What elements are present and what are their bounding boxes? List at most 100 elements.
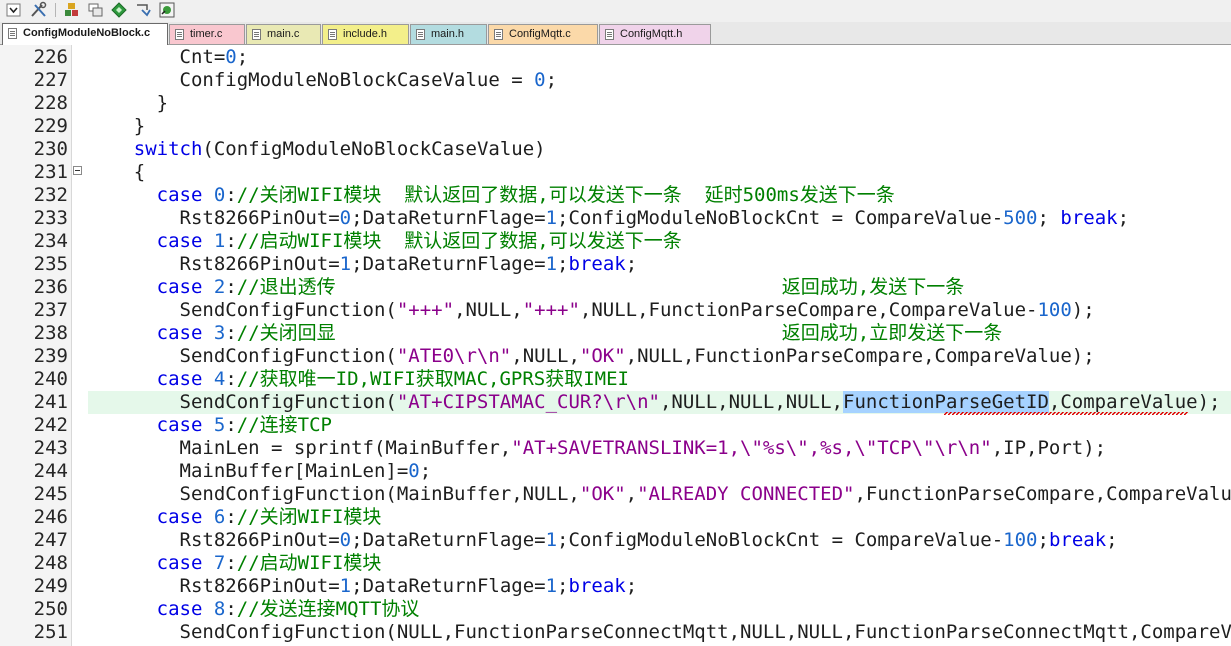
code-token: :	[225, 184, 237, 206]
selected-text: FunctionParseGetID	[843, 391, 1049, 413]
code-line[interactable]: 241 SendConfigFunction("AT+CIPSTAMAC_CUR…	[0, 391, 1231, 415]
code-line[interactable]: 243 MainLen = sprintf(MainBuffer,"AT+SAV…	[0, 437, 1231, 460]
string-token: "AT+CIPSTAMAC_CUR?\r\n"	[396, 391, 660, 413]
number-token: 100	[1003, 529, 1038, 551]
code-token: SendConfigFunction(	[88, 391, 397, 413]
tab-main-c[interactable]: main.c	[246, 24, 321, 44]
code-token: ;	[625, 575, 638, 597]
code-line[interactable]: 228 }	[0, 92, 1231, 115]
download-icon[interactable]	[133, 1, 153, 19]
c-file-icon	[494, 29, 503, 40]
code-line[interactable]: 234 case 1://启动WIFI模块 默认返回了数据,可以发送下一条	[0, 230, 1231, 253]
tab-include-h[interactable]: include.h	[322, 24, 409, 44]
code-line[interactable]: 236 case 2://退出透传 返回成功,发送下一条	[0, 276, 1231, 299]
code-line[interactable]: 232 case 0://关闭WIFI模块 默认返回了数据,可以发送下一条 延时…	[0, 184, 1231, 207]
code-text: case 3://关闭回显 返回成功,立即发送下一条	[88, 322, 1003, 344]
number-token: 0	[408, 460, 420, 482]
number-token: 7	[213, 552, 226, 574]
code-token: ;	[1117, 207, 1130, 229]
code-token: :	[225, 322, 237, 344]
code-token: MainBuffer[MainLen]=	[88, 460, 409, 482]
fold-collapse-icon[interactable]	[73, 166, 82, 175]
number-token: 0	[339, 529, 352, 551]
code-text: switch(ConfigModuleNoBlockCaseValue)	[88, 139, 546, 160]
code-line[interactable]: 230 switch(ConfigModuleNoBlockCaseValue)	[0, 138, 1231, 161]
code-line[interactable]: 249 Rst8266PinOut=1;DataReturnFlage=1;br…	[0, 575, 1231, 598]
code-line[interactable]: 247 Rst8266PinOut=0;DataReturnFlage=1;Co…	[0, 529, 1231, 552]
tab-timer-c[interactable]: timer.c	[169, 24, 245, 44]
code-line[interactable]: 226 Cnt=0;	[0, 46, 1231, 69]
tab-label: timer.c	[190, 28, 223, 40]
code-line[interactable]: 229 }	[0, 115, 1231, 138]
tools-icon[interactable]	[29, 1, 49, 19]
code-line[interactable]: 238 case 3://关闭回显 返回成功,立即发送下一条	[0, 322, 1231, 345]
code-token: );	[1071, 299, 1095, 321]
tab-configmqtt-c[interactable]: ConfigMqtt.c	[488, 24, 598, 44]
code-token: :	[225, 276, 237, 298]
code-token: Rst8266PinOut=	[88, 575, 340, 597]
string-token: "+++"	[396, 299, 455, 321]
number-token: 8	[213, 598, 226, 620]
toolbar	[0, 0, 1231, 22]
target-icon[interactable]	[157, 1, 177, 19]
code-line[interactable]: 237 SendConfigFunction("+++",NULL,"+++",…	[0, 299, 1231, 322]
line-number: 245	[33, 483, 68, 505]
tab-label: ConfigMqtt.c	[509, 28, 571, 40]
code-line[interactable]: 244 MainBuffer[MainLen]=0;	[0, 460, 1231, 483]
code-text: case 8://发送连接MQTT协议	[88, 598, 420, 620]
chevron-down-icon[interactable]	[4, 1, 24, 19]
line-number: 232	[33, 184, 68, 206]
line-number: 230	[33, 138, 68, 160]
tab-configmqtt-h[interactable]: ConfigMqtt.h	[599, 24, 711, 44]
line-number: 233	[33, 207, 68, 229]
diamond-icon[interactable]	[109, 1, 129, 19]
code-token: ,CompareValue);	[1048, 391, 1221, 413]
line-number: 237	[33, 299, 68, 321]
string-token: "+++"	[522, 299, 580, 321]
comment-token: //关闭回显 返回成功,立即发送下一条	[236, 322, 1003, 344]
code-line[interactable]: 248 case 7://启动WIFI模块	[0, 552, 1231, 575]
code-line[interactable]: 227 ConfigModuleNoBlockCaseValue = 0;	[0, 69, 1231, 92]
tab-label: main.c	[267, 28, 300, 40]
code-line[interactable]: 242 case 5://连接TCP	[0, 414, 1231, 437]
code-text: Rst8266PinOut=1;DataReturnFlage=1;break;	[88, 575, 638, 597]
code-token: SendConfigFunction(NULL,FunctionParseCon…	[88, 621, 1231, 643]
string-token: "OK"	[579, 345, 626, 367]
number-token: 500	[1003, 207, 1038, 229]
code-token: (ConfigModuleNoBlockCaseValue)	[202, 138, 546, 160]
code-line[interactable]: 250 case 8://发送连接MQTT协议	[0, 598, 1231, 621]
number-token: 1	[339, 253, 352, 275]
line-number: 243	[33, 437, 68, 459]
c-file-icon	[8, 28, 17, 39]
code-token: Cnt=	[88, 46, 226, 68]
build-icon[interactable]	[62, 1, 82, 19]
code-line[interactable]: 235 Rst8266PinOut=1;DataReturnFlage=1;br…	[0, 253, 1231, 276]
code-token: ;ConfigModuleNoBlockCnt = CompareValue-	[557, 529, 1004, 551]
code-line[interactable]: 231 {	[0, 161, 1231, 184]
code-editor[interactable]: 226 Cnt=0; 227 ConfigModuleNoBlockCaseVal…	[0, 45, 1231, 646]
line-number: 235	[33, 253, 68, 275]
code-token: ;	[557, 253, 569, 275]
window-icon[interactable]	[86, 1, 106, 19]
tab-configmodulenoblock-c[interactable]: ConfigModuleNoBlock.c	[2, 23, 168, 45]
code-line[interactable]: 233 Rst8266PinOut=0;DataReturnFlage=1;Co…	[0, 207, 1231, 230]
code-token: ;	[236, 46, 249, 68]
tab-main-h[interactable]: main.h	[410, 24, 487, 44]
keyword-token: switch	[133, 138, 203, 160]
comment-token: //连接TCP	[236, 414, 332, 436]
code-line[interactable]: 240 case 4://获取唯一ID,WIFI获取MAC,GPRS获取IMEI	[0, 368, 1231, 391]
comment-token: //退出透传 返回成功,发送下一条	[236, 276, 965, 298]
code-text: Rst8266PinOut=0;DataReturnFlage=1;Config…	[88, 207, 1130, 229]
code-line[interactable]: 245 SendConfigFunction(MainBuffer,NULL,"…	[0, 483, 1231, 506]
code-line[interactable]: 251 SendConfigFunction(NULL,FunctionPars…	[0, 621, 1231, 644]
code-line[interactable]: 239 SendConfigFunction("ATE0\r\n",NULL,"…	[0, 345, 1231, 368]
code-token: ,IP,Port);	[991, 437, 1107, 459]
code-line[interactable]: 246 case 6://关闭WIFI模块	[0, 506, 1231, 529]
comment-token: //启动WIFI模块	[236, 552, 382, 574]
